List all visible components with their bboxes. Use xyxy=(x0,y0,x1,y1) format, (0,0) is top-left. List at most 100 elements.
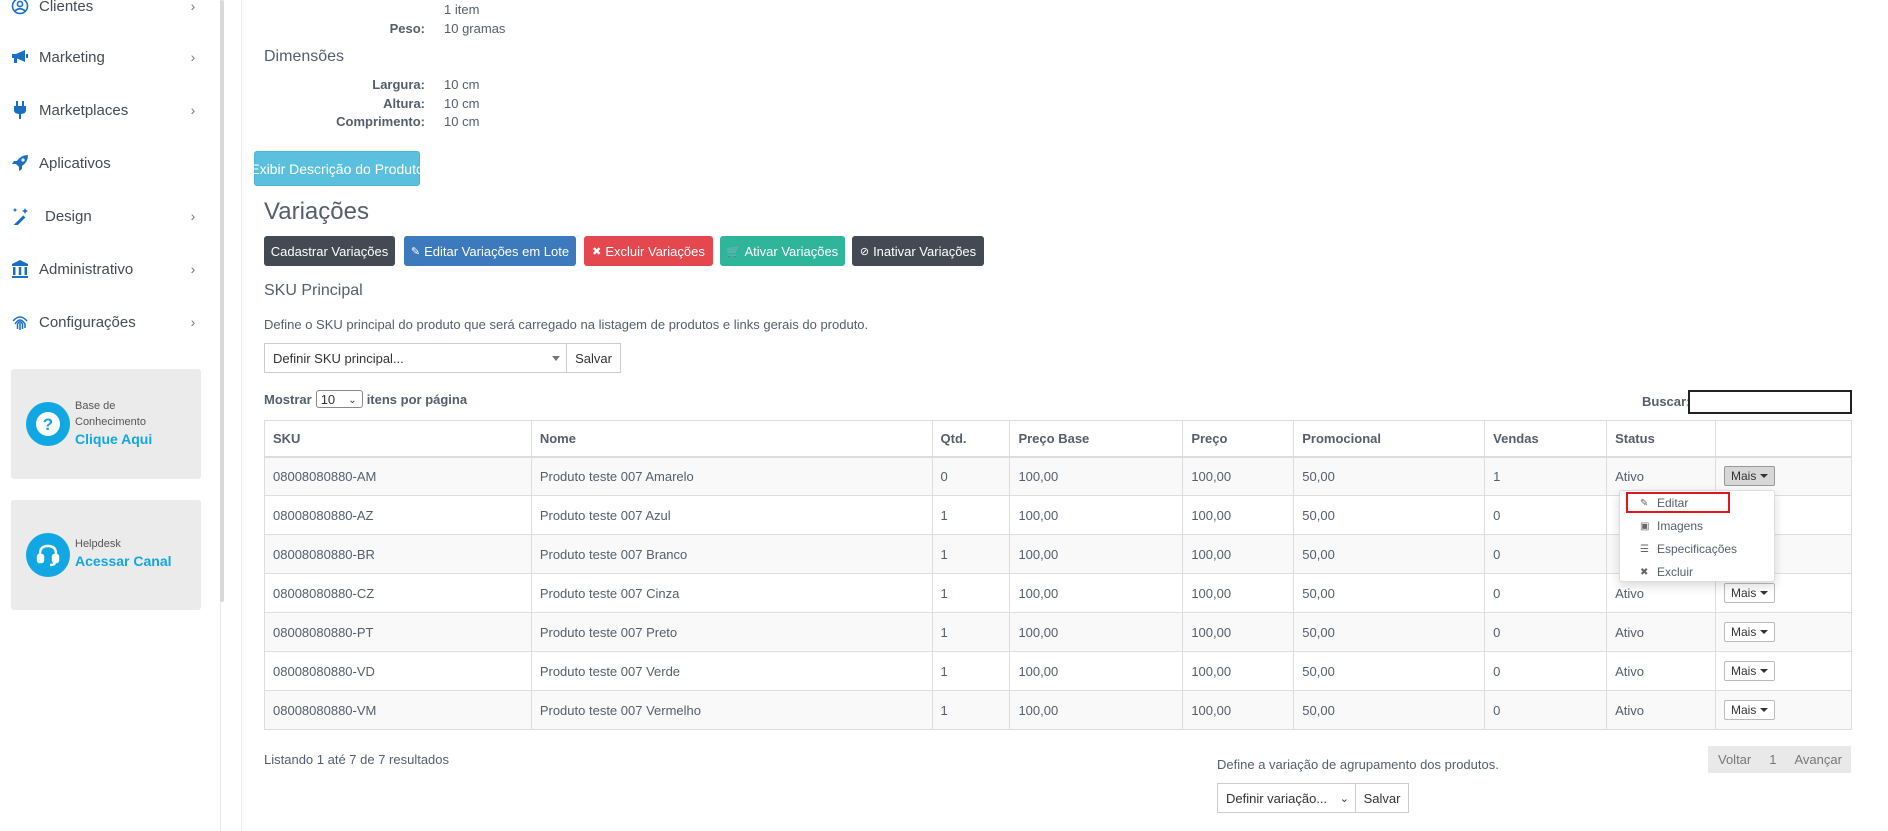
activate-variations-button[interactable]: 🛒 Ativar Variações xyxy=(720,236,845,266)
caret-down-icon xyxy=(1760,630,1769,634)
col-header-preco-base[interactable]: Preço Base xyxy=(1009,420,1184,458)
edit-icon: ✎ xyxy=(410,245,421,258)
sidebar-item-label: Marketplaces xyxy=(39,101,129,119)
register-variations-button[interactable]: Cadastrar Variações xyxy=(264,236,395,266)
more-button[interactable]: Mais xyxy=(1724,700,1776,720)
cell-sku: 08008080880-CZ xyxy=(264,573,532,613)
cell-promocional: 50,00 xyxy=(1293,612,1486,652)
delete-variations-button[interactable]: ✖ Excluir Variações xyxy=(584,236,713,266)
magic-wand-icon xyxy=(10,206,30,226)
pagination-next[interactable]: Avançar xyxy=(1794,752,1841,767)
sidebar-item-label: Aplicativos xyxy=(39,154,111,172)
cell-status: Ativo xyxy=(1606,612,1717,652)
pagination-prev[interactable]: Voltar xyxy=(1718,752,1751,767)
per-page-select[interactable]: 10 ⌄ xyxy=(315,390,363,408)
caret-down-icon xyxy=(1760,708,1769,712)
largura-value: 10 cm xyxy=(444,77,480,92)
more-button[interactable]: Mais xyxy=(1724,466,1776,487)
fingerprint-icon xyxy=(10,312,30,332)
cell-vendas: 0 xyxy=(1484,690,1608,730)
knowledge-base-label: Base de Conhecimento xyxy=(75,400,146,428)
deactivate-variations-button[interactable]: ⊘ Inativar Variações xyxy=(852,236,984,266)
cell-promocional: 50,00 xyxy=(1293,456,1486,496)
col-header-nome[interactable]: Nome xyxy=(530,420,933,458)
caret-down-icon xyxy=(1760,669,1769,673)
cart-icon: 🛒 xyxy=(726,245,741,258)
col-header-sku[interactable]: SKU xyxy=(264,420,532,458)
listing-info: Listando 1 até 7 de 7 resultados xyxy=(264,752,450,767)
peso-value: 10 gramas xyxy=(444,21,506,36)
menu-item-editar[interactable]: ✎ Editar xyxy=(1640,493,1688,513)
knowledge-base-card[interactable]: ? Base de Conhecimento Clique Aqui xyxy=(11,369,201,479)
menu-item-excluir[interactable]: ✖ Excluir xyxy=(1640,562,1693,582)
menu-item-label: Especificações xyxy=(1657,542,1738,556)
per-page-value: 10 xyxy=(320,391,336,407)
caret-down-icon xyxy=(552,356,560,361)
sidebar-scrollbar[interactable] xyxy=(220,0,224,602)
cell-vendas: 0 xyxy=(1484,495,1608,535)
col-header-actions xyxy=(1715,420,1852,458)
sku-principal-select[interactable]: Definir SKU principal... xyxy=(264,343,567,373)
sidebar-item-clientes[interactable]: Clientes › xyxy=(0,0,215,26)
cell-nome: Produto teste 007 Preto xyxy=(530,612,933,652)
group-variation-select[interactable]: Definir variação... ⌄ xyxy=(1217,783,1356,813)
row-actions-dropdown: ✎ Editar ▣ Imagens ☰ Especificações ✖ Ex… xyxy=(1619,490,1775,582)
group-save-button[interactable]: Salvar xyxy=(1355,783,1409,813)
search-input[interactable] xyxy=(1688,390,1852,414)
col-header-qtd[interactable]: Qtd. xyxy=(931,420,1011,458)
helpdesk-link[interactable]: Acessar Canal xyxy=(75,553,172,569)
pagination-page[interactable]: 1 xyxy=(1769,752,1776,767)
comprimento-label: Comprimento: xyxy=(336,114,425,129)
menu-item-especificacoes[interactable]: ☰ Especificações xyxy=(1640,539,1737,559)
cell-promocional: 50,00 xyxy=(1293,534,1486,574)
cell-qtd: 1 xyxy=(931,690,1011,730)
chevron-right-icon: › xyxy=(190,49,196,65)
more-button[interactable]: Mais xyxy=(1724,622,1776,642)
variations-table: SKU Nome Qtd. Preço Base Preço Promocion… xyxy=(264,420,1852,730)
cell-sku: 08008080880-VM xyxy=(264,690,532,730)
more-label: Mais xyxy=(1731,664,1757,678)
menu-item-label: Editar xyxy=(1657,496,1689,510)
list-icon: ☰ xyxy=(1640,543,1649,555)
cell-preco: 100,00 xyxy=(1182,573,1295,613)
chevron-right-icon: › xyxy=(190,208,196,224)
sidebar: Clientes › Marketing › Marketplaces › Ap… xyxy=(0,0,221,831)
cell-preco-base: 100,00 xyxy=(1009,534,1184,574)
sidebar-item-administrativo[interactable]: Administrativo › xyxy=(0,249,215,289)
svg-text:?: ? xyxy=(43,415,53,434)
batch-edit-variations-button[interactable]: ✎ Editar Variações em Lote xyxy=(404,236,576,266)
cell-promocional: 50,00 xyxy=(1293,690,1486,730)
helpdesk-card[interactable]: Helpdesk Acessar Canal xyxy=(11,500,201,610)
cell-preco-base: 100,00 xyxy=(1009,612,1184,652)
col-header-promocional[interactable]: Promocional xyxy=(1293,420,1486,458)
cell-promocional: 50,00 xyxy=(1293,573,1486,613)
table-row: 08008080880-BR Produto teste 007 Branco … xyxy=(264,534,1852,574)
sidebar-item-marketing[interactable]: Marketing › xyxy=(0,37,215,77)
more-button[interactable]: Mais xyxy=(1724,661,1776,681)
sku-principal-title: SKU Principal xyxy=(264,282,363,299)
col-header-preco[interactable]: Preço xyxy=(1182,420,1295,458)
col-header-status[interactable]: Status xyxy=(1606,420,1717,458)
sidebar-item-design[interactable]: Design › xyxy=(0,196,215,236)
sku-select-value: Definir SKU principal... xyxy=(273,350,404,366)
activate-variations-label: Ativar Variações xyxy=(744,243,839,259)
cell-preco-base: 100,00 xyxy=(1009,651,1184,691)
menu-item-imagens[interactable]: ▣ Imagens xyxy=(1640,516,1703,536)
sku-save-button[interactable]: Salvar xyxy=(566,343,621,373)
col-header-vendas[interactable]: Vendas xyxy=(1484,420,1608,458)
knowledge-base-link[interactable]: Clique Aqui xyxy=(75,431,152,447)
building-icon xyxy=(10,259,30,279)
sidebar-item-aplicativos[interactable]: Aplicativos xyxy=(0,143,215,183)
caret-down-icon xyxy=(1760,474,1769,479)
cell-promocional: 50,00 xyxy=(1293,495,1486,535)
helpdesk-label: Helpdesk xyxy=(75,538,121,550)
cell-vendas: 0 xyxy=(1484,651,1608,691)
show-description-button[interactable]: Exibir Descrição do Produto xyxy=(250,151,424,186)
cell-status: Ativo xyxy=(1606,651,1717,691)
cell-vendas: 1 xyxy=(1484,456,1608,496)
sidebar-item-configuracoes[interactable]: Configurações › xyxy=(0,302,215,342)
cell-qtd: 1 xyxy=(931,573,1011,613)
group-variation-description: Define a variação de agrupamento dos pro… xyxy=(1217,757,1499,772)
more-button[interactable]: Mais xyxy=(1724,583,1776,603)
sidebar-item-marketplaces[interactable]: Marketplaces › xyxy=(0,90,215,130)
